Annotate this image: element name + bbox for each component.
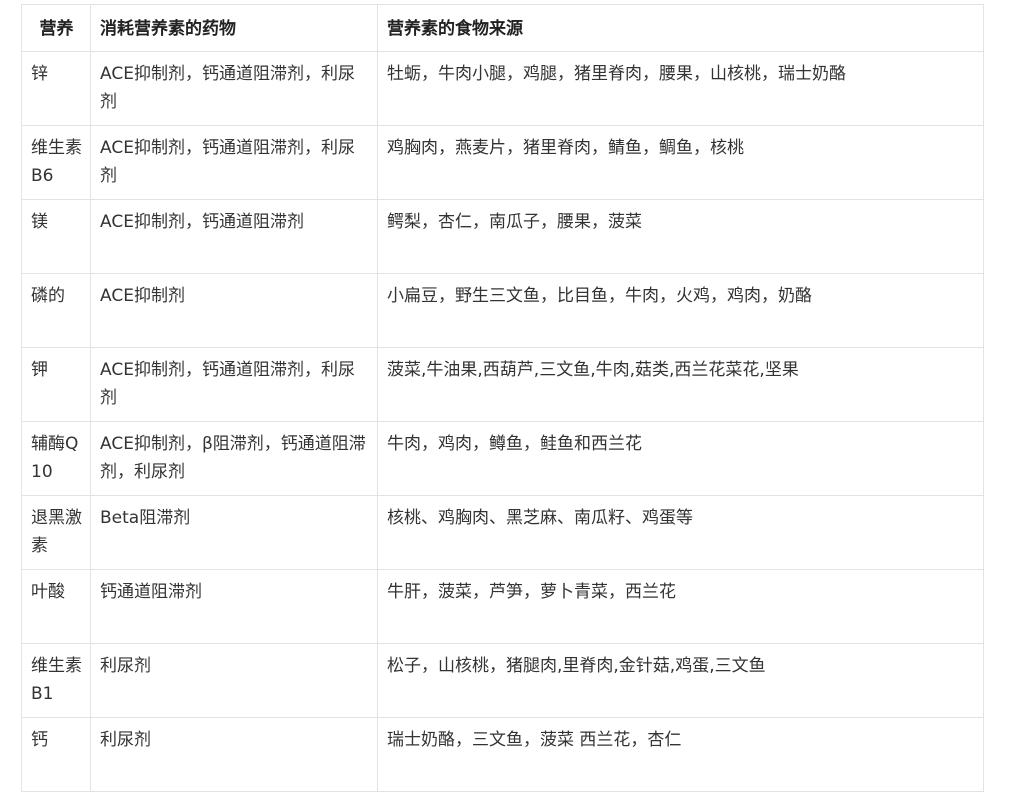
- drugs-cell: ACE抑制剂，钙通道阻滞剂，利尿剂: [90, 51, 378, 126]
- table-row: 维生素B6 ACE抑制剂，钙通道阻滞剂，利尿剂 鸡胸肉，燕麦片，猪里脊肉，鲭鱼，…: [21, 125, 984, 200]
- table-row: 锌 ACE抑制剂，钙通道阻滞剂，利尿剂 牡蛎，牛肉小腿，鸡腿，猪里脊肉，腰果，山…: [21, 51, 984, 126]
- drugs-cell: ACE抑制剂，β阻滞剂，钙通道阻滞剂，利尿剂: [90, 421, 378, 496]
- nutrient-cell: 磷的: [21, 273, 91, 348]
- nutrient-cell: 退黑激素: [21, 495, 91, 570]
- food-sources-cell: 菠菜,牛油果,西葫芦,三文鱼,牛肉,菇类,西兰花菜花,坚果: [377, 347, 984, 422]
- table-row: 钙 利尿剂 瑞士奶酪，三文鱼，菠菜 西兰花，杏仁: [21, 717, 984, 792]
- table-row: 镁 ACE抑制剂，钙通道阻滞剂 鳄梨，杏仁，南瓜子，腰果，菠菜: [21, 199, 984, 274]
- table-row: 磷的 ACE抑制剂 小扁豆，野生三文鱼，比目鱼，牛肉，火鸡，鸡肉，奶酪: [21, 273, 984, 348]
- table-row: 辅酶Q10 ACE抑制剂，β阻滞剂，钙通道阻滞剂，利尿剂 牛肉，鸡肉，鳟鱼，鲑鱼…: [21, 421, 984, 496]
- nutrient-cell: 辅酶Q10: [21, 421, 91, 496]
- table-row: 钾 ACE抑制剂，钙通道阻滞剂，利尿剂 菠菜,牛油果,西葫芦,三文鱼,牛肉,菇类…: [21, 347, 984, 422]
- drugs-cell: 利尿剂: [90, 717, 378, 792]
- nutrient-cell: 镁: [21, 199, 91, 274]
- food-sources-cell: 核桃、鸡胸肉、黑芝麻、南瓜籽、鸡蛋等: [377, 495, 984, 570]
- food-sources-cell: 牡蛎，牛肉小腿，鸡腿，猪里脊肉，腰果，山核桃，瑞士奶酪: [377, 51, 984, 126]
- drugs-cell: Beta阻滞剂: [90, 495, 378, 570]
- food-sources-cell: 鳄梨，杏仁，南瓜子，腰果，菠菜: [377, 199, 984, 274]
- nutrient-cell: 钙: [21, 717, 91, 792]
- header-nutrient: 营养: [21, 4, 91, 52]
- food-sources-cell: 鸡胸肉，燕麦片，猪里脊肉，鲭鱼，鲷鱼，核桃: [377, 125, 984, 200]
- food-sources-cell: 松子，山核桃，猪腿肉,里脊肉,金针菇,鸡蛋,三文鱼: [377, 643, 984, 718]
- drugs-cell: ACE抑制剂，钙通道阻滞剂，利尿剂: [90, 125, 378, 200]
- table-row: 退黑激素 Beta阻滞剂 核桃、鸡胸肉、黑芝麻、南瓜籽、鸡蛋等: [21, 495, 984, 570]
- table-row: 维生素B1 利尿剂 松子，山核桃，猪腿肉,里脊肉,金针菇,鸡蛋,三文鱼: [21, 643, 984, 718]
- drugs-cell: ACE抑制剂: [90, 273, 378, 348]
- nutrient-cell: 维生素B6: [21, 125, 91, 200]
- food-sources-cell: 牛肉，鸡肉，鳟鱼，鲑鱼和西兰花: [377, 421, 984, 496]
- table-row: 叶酸 钙通道阻滞剂 牛肝，菠菜，芦笋，萝卜青菜，西兰花: [21, 569, 984, 644]
- food-sources-cell: 瑞士奶酪，三文鱼，菠菜 西兰花，杏仁: [377, 717, 984, 792]
- food-sources-cell: 牛肝，菠菜，芦笋，萝卜青菜，西兰花: [377, 569, 984, 644]
- nutrient-cell: 叶酸: [21, 569, 91, 644]
- header-depleting-drugs: 消耗营养素的药物: [90, 4, 378, 52]
- drugs-cell: 钙通道阻滞剂: [90, 569, 378, 644]
- food-sources-cell: 小扁豆，野生三文鱼，比目鱼，牛肉，火鸡，鸡肉，奶酪: [377, 273, 984, 348]
- nutrient-cell: 维生素B1: [21, 643, 91, 718]
- table-header-row: 营养 消耗营养素的药物 营养素的食物来源: [21, 4, 984, 52]
- drugs-cell: ACE抑制剂，钙通道阻滞剂，利尿剂: [90, 347, 378, 422]
- nutrient-drug-food-table: 营养 消耗营养素的药物 营养素的食物来源 锌 ACE抑制剂，钙通道阻滞剂，利尿剂…: [21, 4, 984, 792]
- drugs-cell: 利尿剂: [90, 643, 378, 718]
- drugs-cell: ACE抑制剂，钙通道阻滞剂: [90, 199, 378, 274]
- nutrient-cell: 钾: [21, 347, 91, 422]
- nutrient-cell: 锌: [21, 51, 91, 126]
- header-food-sources: 营养素的食物来源: [377, 4, 984, 52]
